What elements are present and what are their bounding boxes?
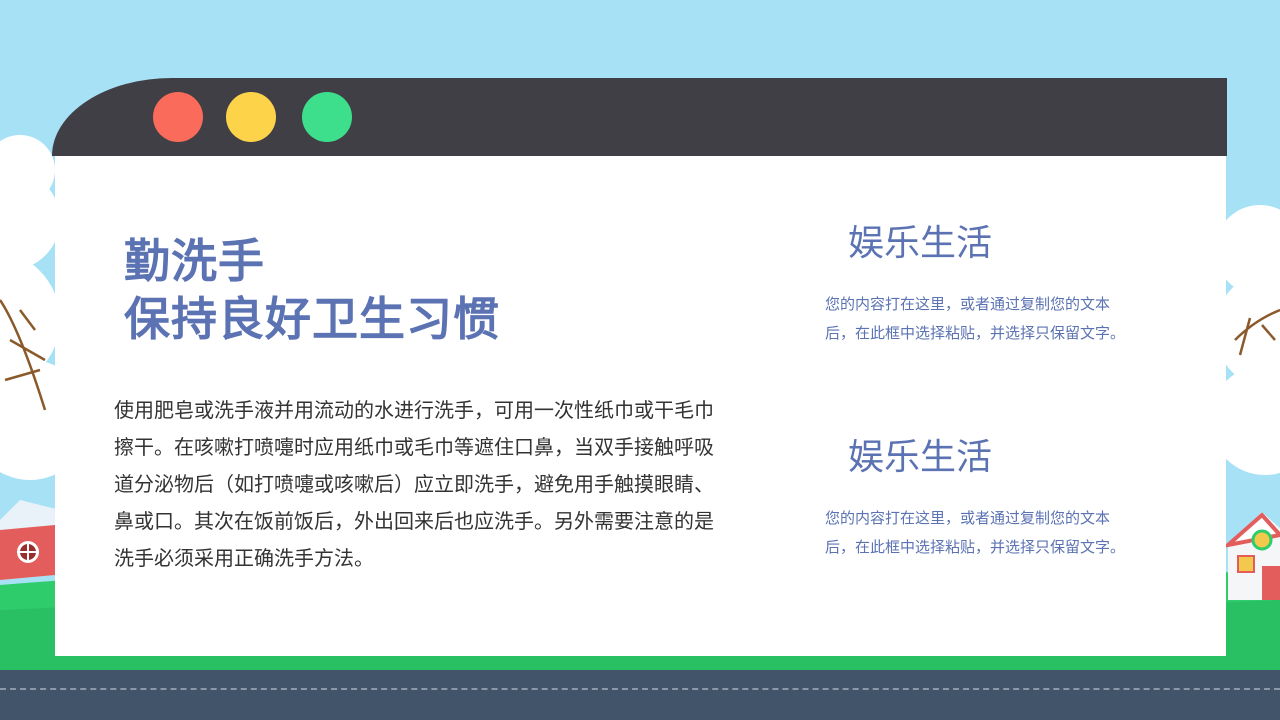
main-title-line-2: 保持良好卫生习惯 bbox=[124, 292, 500, 346]
section-description: 您的内容打在这里，或者通过复制您的文本后，在此框中选择粘贴，并选择只保留文字。 bbox=[825, 295, 1126, 342]
right-house bbox=[1221, 512, 1280, 600]
close-dot[interactable] bbox=[153, 92, 203, 142]
main-title-line-1: 勤洗手 bbox=[124, 234, 265, 288]
main-body-text: 使用肥皂或洗手液并用流动的水进行洗手，可用一次性纸巾或干毛巾擦干。在咳嗽打喷嚏时… bbox=[114, 398, 714, 570]
road bbox=[0, 670, 1280, 720]
left-house bbox=[0, 500, 60, 580]
section-heading: 娱乐生活 bbox=[848, 223, 993, 264]
section-heading: 娱乐生活 bbox=[848, 437, 993, 478]
section-description: 您的内容打在这里，或者通过复制您的文本后，在此框中选择粘贴，并选择只保留文字。 bbox=[825, 509, 1126, 556]
road-lane-line bbox=[0, 688, 1280, 690]
maximize-dot[interactable] bbox=[302, 92, 352, 142]
minimize-dot[interactable] bbox=[226, 92, 276, 142]
